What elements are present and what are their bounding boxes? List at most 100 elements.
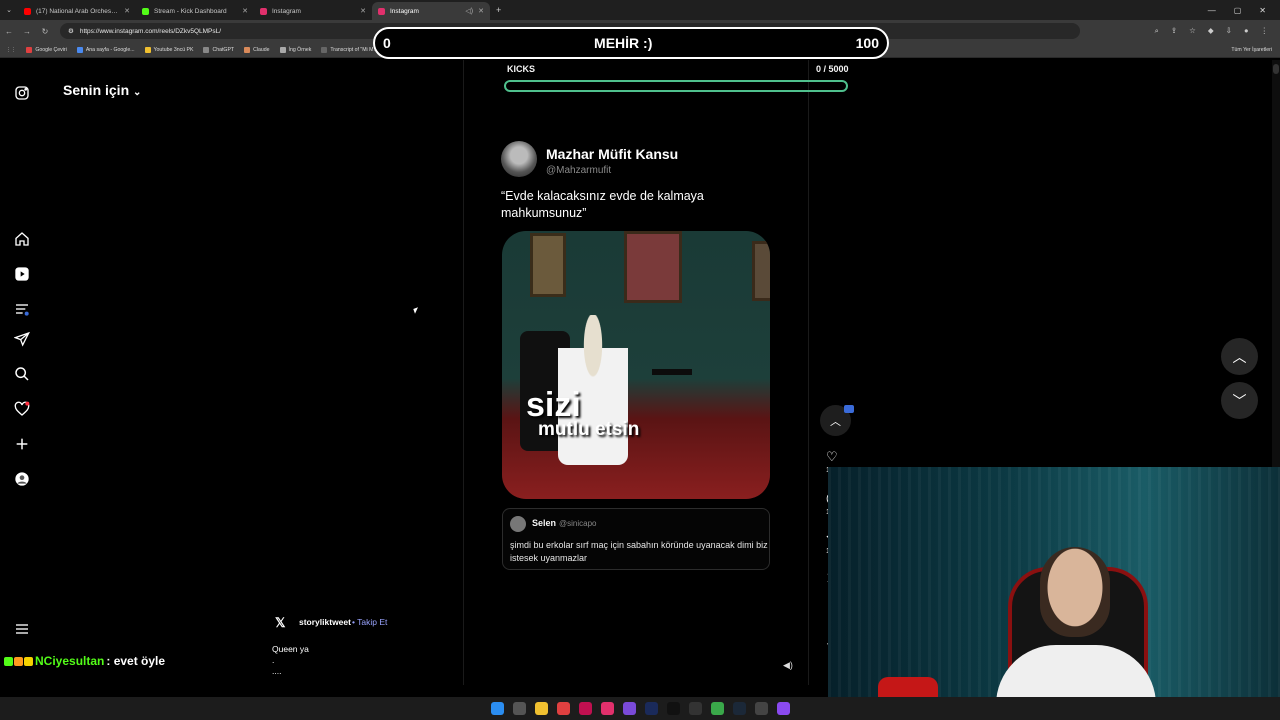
minimize-icon[interactable]: — bbox=[1208, 6, 1216, 15]
bookmark-item[interactable]: Claude bbox=[244, 46, 270, 53]
messenger-icon[interactable] bbox=[622, 702, 636, 715]
task-view-icon[interactable] bbox=[512, 702, 526, 715]
chrome-active-icon[interactable] bbox=[710, 702, 724, 715]
goal-title: MEHİR :) bbox=[594, 35, 653, 51]
zoom-icon[interactable]: ⌕ bbox=[1155, 26, 1159, 36]
reel-author-username[interactable]: storyliktweet bbox=[299, 617, 351, 627]
browser-tab[interactable]: Stream - Kick Dashboard ✕ bbox=[136, 2, 254, 20]
browser-tab-active[interactable]: Instagram ◁) ✕ bbox=[372, 2, 490, 20]
browser-tab[interactable]: (17) National Arab Orchestra - ✕ bbox=[18, 2, 136, 20]
tab-label: Instagram bbox=[272, 7, 301, 15]
steam-icon[interactable] bbox=[732, 702, 746, 715]
badge-icon bbox=[4, 656, 13, 666]
profile-avatar-icon[interactable]: ● bbox=[1244, 26, 1249, 36]
bookmark-favicon-icon bbox=[76, 46, 83, 53]
create-icon[interactable] bbox=[13, 435, 31, 453]
notifications-icon[interactable] bbox=[13, 400, 31, 418]
more-menu-icon[interactable] bbox=[13, 620, 31, 638]
scrollbar-thumb[interactable] bbox=[1273, 64, 1279, 74]
reply-avatar bbox=[510, 516, 526, 532]
bookmark-item[interactable]: İng Örnek bbox=[279, 46, 312, 53]
site-info-icon[interactable]: ⚙ bbox=[68, 27, 74, 35]
video-subtitle-line2: mutlu etsin bbox=[538, 419, 640, 440]
apps-grid-icon[interactable]: ⋮⋮ bbox=[6, 47, 16, 53]
close-tab-icon[interactable]: ✕ bbox=[242, 7, 248, 15]
download-icon[interactable]: ⇩ bbox=[1226, 26, 1232, 36]
badge-icon bbox=[14, 656, 23, 666]
explore-icon[interactable] bbox=[13, 300, 31, 318]
chat-badges bbox=[4, 656, 33, 666]
bookmark-item[interactable]: Ana sayfa - Google... bbox=[76, 46, 135, 53]
chrome-icon[interactable] bbox=[556, 702, 570, 715]
audio-icon[interactable]: ◁) bbox=[465, 7, 473, 15]
caption-line: . bbox=[272, 655, 275, 665]
bookmark-label: Youtube 3ncü PK bbox=[153, 46, 194, 53]
reload-icon[interactable]: ↻ bbox=[36, 27, 54, 36]
instagram-sidebar bbox=[0, 60, 45, 700]
painting bbox=[752, 241, 770, 301]
home-icon[interactable] bbox=[13, 230, 31, 248]
close-tab-icon[interactable]: ✕ bbox=[124, 7, 130, 15]
tweet-text: “Evde kalacaksınız evde de kalmaya mahku… bbox=[501, 189, 704, 220]
close-tab-icon[interactable]: ✕ bbox=[360, 7, 366, 15]
opera-icon[interactable] bbox=[578, 702, 592, 715]
kicks-goal-label: KICKS bbox=[507, 64, 536, 74]
tiktok-icon[interactable] bbox=[666, 702, 680, 715]
reels-icon[interactable] bbox=[13, 265, 31, 283]
instagram-app-icon[interactable] bbox=[600, 702, 614, 715]
bookmark-item[interactable]: Youtube 3ncü PK bbox=[144, 46, 194, 53]
maximize-icon[interactable]: ▢ bbox=[1234, 6, 1242, 15]
browser-tab[interactable]: Instagram ✕ bbox=[254, 2, 372, 20]
back-icon[interactable]: ← bbox=[0, 27, 18, 36]
browser-menu-icon[interactable]: ⋮ bbox=[1261, 26, 1269, 36]
close-window-icon[interactable]: ✕ bbox=[1259, 6, 1266, 15]
tab-label: Instagram bbox=[390, 7, 419, 15]
bookmark-label: İng Örnek bbox=[288, 46, 312, 53]
badge-icon bbox=[24, 656, 33, 666]
new-tab-button[interactable]: + bbox=[490, 5, 507, 15]
bookmark-label: Ana sayfa - Google... bbox=[85, 46, 135, 53]
messages-icon[interactable] bbox=[13, 330, 31, 348]
next-reel-button[interactable]: ﹀ bbox=[1221, 382, 1258, 419]
close-tab-icon[interactable]: ✕ bbox=[478, 7, 484, 15]
file-explorer-icon[interactable] bbox=[534, 702, 548, 715]
instagram-logo-icon[interactable] bbox=[13, 84, 31, 102]
side-table bbox=[652, 369, 692, 459]
tab-search-chevron-icon[interactable]: ⌄ bbox=[0, 6, 18, 14]
caption-line: Queen ya bbox=[272, 644, 309, 654]
reel-caption: Queen ya . .... bbox=[272, 644, 309, 677]
tab-label: Stream - Kick Dashboard bbox=[154, 7, 227, 15]
app-icon[interactable] bbox=[688, 702, 702, 715]
app-icon[interactable] bbox=[754, 702, 768, 715]
all-bookmarks-folder[interactable]: Tüm Yer İşaretleri bbox=[1231, 47, 1280, 53]
windows-taskbar bbox=[0, 697, 1280, 720]
tweet-author-avatar bbox=[501, 141, 537, 177]
feed-selector[interactable]: Senin için ⌄ bbox=[63, 82, 141, 98]
previous-reel-button[interactable]: ︿ bbox=[1221, 338, 1258, 375]
like-icon[interactable]: ♡ bbox=[826, 449, 838, 465]
reply-author-name: Selen bbox=[532, 518, 557, 528]
extension-icon[interactable]: ◆ bbox=[1208, 26, 1214, 36]
bookmark-item[interactable]: ChatGPT bbox=[203, 46, 234, 53]
search-icon[interactable] bbox=[13, 365, 31, 383]
bookmark-favicon-icon bbox=[26, 46, 33, 53]
bookmark-item[interactable]: Google Çeviri bbox=[26, 46, 67, 53]
follow-button[interactable]: • Takip Et bbox=[352, 617, 387, 627]
profile-icon[interactable] bbox=[13, 470, 31, 488]
windows-start-icon[interactable] bbox=[490, 702, 504, 715]
mute-toggle-icon[interactable]: ◀) bbox=[783, 660, 793, 671]
tweet-author-name: Mazhar Müfit Kansu bbox=[546, 146, 679, 162]
quoted-reply-card: Selen @sinicapo şimdi bu erkolar sırf ma… bbox=[502, 508, 770, 570]
bookmark-label: Transcript of "Mi M... bbox=[330, 46, 378, 53]
share-icon[interactable]: ⇪ bbox=[1171, 26, 1177, 36]
youtube-favicon-icon bbox=[24, 7, 31, 15]
goal-end-value: 100 bbox=[855, 35, 879, 51]
obs-icon[interactable] bbox=[776, 702, 790, 715]
bookmark-star-icon[interactable]: ☆ bbox=[1189, 26, 1196, 36]
browser-tabbar: ⌄ (17) National Arab Orchestra - ✕ Stream… bbox=[0, 0, 1280, 20]
x-logo-icon: 𝕏 bbox=[275, 615, 286, 630]
forward-icon[interactable]: → bbox=[18, 27, 36, 36]
photoshop-icon[interactable] bbox=[644, 702, 658, 715]
bookmark-item[interactable]: Transcript of "Mi M... bbox=[321, 46, 378, 53]
kick-favicon-icon bbox=[142, 7, 149, 15]
